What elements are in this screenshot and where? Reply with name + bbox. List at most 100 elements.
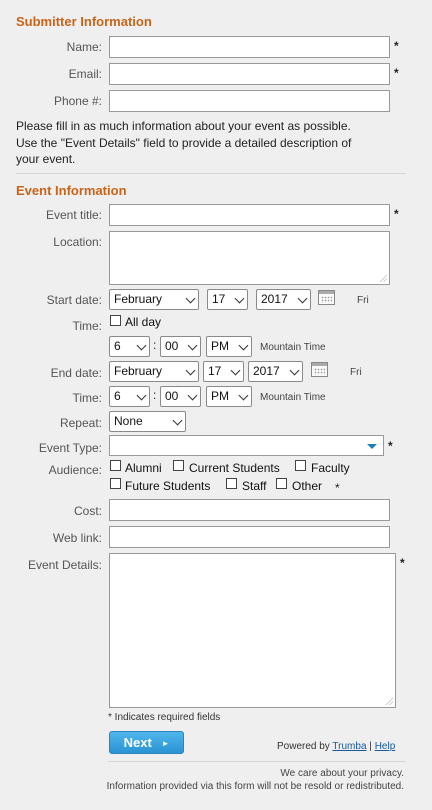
chevron-down-icon	[234, 293, 245, 304]
start-hour-select[interactable]: 6	[109, 336, 150, 357]
chevron-down-icon	[230, 365, 241, 376]
chevron-down-icon	[238, 390, 249, 401]
audience-other-checkbox[interactable]	[276, 478, 287, 489]
audience-staff-label: Staff	[242, 479, 267, 493]
phone-input[interactable]	[109, 90, 390, 112]
event-title-input[interactable]	[109, 204, 390, 226]
weblink-label: Web link:	[52, 531, 102, 545]
end-ampm-value: PM	[211, 389, 229, 403]
end-minute-select[interactable]: 00	[160, 386, 201, 407]
end-ampm-select[interactable]: PM	[206, 386, 252, 407]
powered-by-text: Powered by Trumba | Help	[277, 741, 395, 752]
resize-handle-icon[interactable]	[386, 698, 393, 705]
help-link[interactable]: Help	[375, 741, 396, 752]
trumba-link[interactable]: Trumba	[332, 741, 366, 752]
start-year-select[interactable]: 2017	[256, 289, 311, 310]
end-minute-value: 00	[165, 389, 179, 403]
next-button[interactable]: Next ►	[109, 731, 184, 754]
start-month-select[interactable]: February	[109, 289, 199, 310]
start-calendar-icon[interactable]	[318, 290, 335, 305]
instructions-text: Please fill in as much information about…	[16, 118, 406, 168]
audience-staff-checkbox[interactable]	[226, 478, 237, 489]
end-hour-value: 6	[114, 389, 121, 403]
chevron-down-icon	[187, 390, 198, 401]
end-weekday: Fri	[350, 367, 362, 378]
time-separator: :	[153, 338, 157, 352]
resize-handle-icon[interactable]	[380, 275, 387, 282]
start-month-value: February	[114, 292, 163, 306]
event-details-required-mark: *	[400, 556, 405, 570]
event-type-required-mark: *	[388, 439, 393, 453]
start-weekday: Fri	[357, 295, 369, 306]
weblink-input[interactable]	[109, 526, 390, 548]
end-date-label: End date:	[50, 366, 102, 380]
instructions-line-1: Please fill in as much information about…	[16, 119, 351, 133]
event-type-label: Event Type:	[38, 441, 102, 455]
audience-faculty-label: Faculty	[311, 461, 350, 475]
audience-alumni-checkbox[interactable]	[110, 460, 121, 471]
audience-current-students-checkbox[interactable]	[173, 460, 184, 471]
start-hour-value: 6	[114, 339, 121, 353]
event-type-dropdown[interactable]	[109, 435, 384, 456]
audience-future-students-label: Future Students	[125, 479, 211, 493]
end-hour-select[interactable]: 6	[109, 386, 150, 407]
time-label: Time:	[72, 319, 102, 333]
audience-other-label: Other	[292, 479, 323, 493]
end-day-value: 17	[208, 364, 222, 378]
end-time-label: Time:	[72, 391, 102, 405]
event-title-required-mark: *	[394, 207, 399, 221]
chevron-down-icon	[136, 340, 147, 351]
email-required-mark: *	[394, 66, 399, 80]
location-textarea[interactable]	[109, 231, 390, 285]
required-fields-note: * Indicates required fields	[108, 712, 221, 723]
powered-by-label: Powered by	[277, 741, 330, 752]
name-input[interactable]	[109, 36, 390, 58]
audience-alumni-label: Alumni	[125, 461, 162, 475]
start-year-value: 2017	[261, 292, 288, 306]
audience-future-students-checkbox[interactable]	[110, 478, 121, 489]
email-input[interactable]	[109, 63, 390, 85]
end-day-select[interactable]: 17	[203, 361, 244, 382]
end-month-value: February	[114, 364, 163, 378]
start-minute-select[interactable]: 00	[160, 336, 201, 357]
end-year-select[interactable]: 2017	[248, 361, 303, 382]
all-day-checkbox[interactable]	[110, 315, 121, 326]
next-button-label: Next	[123, 735, 152, 750]
audience-required-mark: *	[335, 481, 340, 495]
start-day-value: 17	[212, 292, 226, 306]
next-arrow-icon: ►	[161, 739, 170, 748]
chevron-down-icon	[238, 340, 249, 351]
cost-label: Cost:	[73, 504, 102, 518]
end-year-value: 2017	[253, 364, 280, 378]
event-details-textarea[interactable]	[109, 553, 396, 708]
audience-faculty-checkbox[interactable]	[295, 460, 306, 471]
cost-input[interactable]	[109, 499, 390, 521]
name-label: Name:	[66, 40, 102, 54]
start-date-label: Start date:	[46, 293, 102, 307]
section-divider	[16, 173, 406, 174]
email-label: Email:	[68, 67, 102, 81]
phone-label: Phone #:	[53, 94, 102, 108]
privacy-notice: We care about your privacy. Information …	[74, 767, 404, 793]
start-day-select[interactable]: 17	[207, 289, 248, 310]
dropdown-arrow-icon	[367, 444, 377, 449]
chevron-down-icon	[289, 365, 300, 376]
chevron-down-icon	[185, 365, 196, 376]
instructions-line-2: Use the "Event Details" field to provide…	[16, 135, 352, 150]
event-title-label: Event title:	[45, 208, 102, 222]
repeat-select[interactable]: None	[109, 411, 186, 432]
audience-current-students-label: Current Students	[189, 461, 280, 475]
start-ampm-value: PM	[211, 339, 229, 353]
audience-label: Audience:	[48, 463, 102, 477]
time-separator: :	[153, 388, 157, 402]
chevron-down-icon	[187, 340, 198, 351]
chevron-down-icon	[297, 293, 308, 304]
chevron-down-icon	[172, 415, 183, 426]
name-required-mark: *	[394, 39, 399, 53]
repeat-label: Repeat:	[59, 416, 102, 430]
instructions-line-3: your event.	[16, 152, 76, 166]
repeat-value: None	[114, 414, 143, 428]
end-calendar-icon[interactable]	[311, 362, 328, 377]
end-month-select[interactable]: February	[109, 361, 199, 382]
start-ampm-select[interactable]: PM	[206, 336, 252, 357]
